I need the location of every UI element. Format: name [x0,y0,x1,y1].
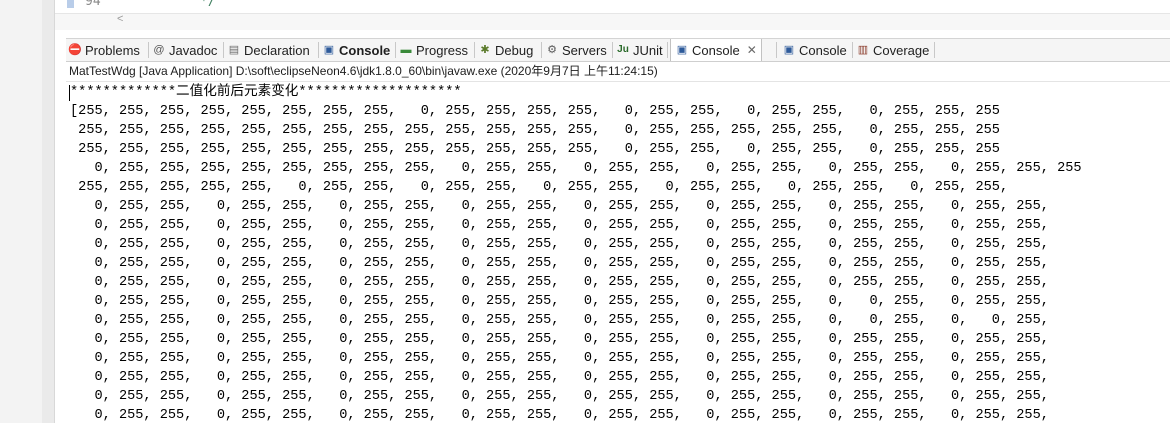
console-line: 0, 255, 255, 0, 255, 255, 0, 255, 255, 0… [94,389,1049,404]
tab-junit[interactable]: Ju JUnit [616,39,663,61]
junit-icon: Ju [617,44,629,55]
tab-label: Console [799,42,847,58]
view-edge-strip [42,0,55,423]
line-number: 94 [85,0,101,9]
progress-icon: ▬ [400,44,412,56]
coverage-icon: ▥ [857,44,869,56]
tab-label: Problems [85,42,140,58]
console-line: 0, 255, 255, 0, 255, 255, 0, 255, 255, 0… [94,256,1049,271]
tab-label: Declaration [244,42,310,58]
console-icon: ▣ [323,44,335,56]
close-icon[interactable]: ✕ [747,43,757,57]
console-line: 255, 255, 255, 255, 255, 0, 255, 255, 0,… [78,180,1009,195]
console-output[interactable]: *************二值化前后元素变化******************… [66,81,1170,424]
console-line: 0, 255, 255, 0, 255, 255, 0, 255, 255, 0… [94,275,1049,290]
console-line: 0, 255, 255, 255, 255, 255, 255, 255, 25… [94,161,1082,176]
console-line: 0, 255, 255, 0, 255, 255, 0, 255, 255, 0… [94,313,1049,328]
console-header-line: *************二值化前后元素变化******************… [70,85,462,100]
tab-console-3[interactable]: ▣ Console [782,39,847,61]
view-tab-bar: ⛔ Problems @ Javadoc ▤ Declaration ▣ Con… [66,38,1170,62]
console-line: 255, 255, 255, 255, 255, 255, 255, 255, … [78,142,1000,157]
console-line: 0, 255, 255, 0, 255, 255, 0, 255, 255, 0… [94,408,1049,423]
tab-label: Debug [495,42,534,58]
javadoc-icon: @ [153,44,165,56]
tab-label: JUnit [633,42,663,58]
tab-progress[interactable]: ▬ Progress [399,39,469,61]
tab-coverage[interactable]: ▥ Coverage [856,39,930,61]
problems-icon: ⛔ [68,44,82,56]
tab-declaration[interactable]: ▤ Declaration [227,39,310,61]
tab-problems[interactable]: ⛔ Problems [68,39,140,61]
line-marker [67,0,74,8]
tab-label: Servers [562,42,607,58]
console-process-label: MatTestWdg [Java Application] D:\soft\ec… [66,62,1170,80]
console-line: 0, 255, 255, 0, 255, 255, 0, 255, 255, 0… [94,218,1049,233]
console-line: 0, 255, 255, 0, 255, 255, 0, 255, 255, 0… [94,237,1049,252]
console-line: 0, 255, 255, 0, 255, 255, 0, 255, 255, 0… [94,332,1049,347]
console-line: [255, 255, 255, 255, 255, 255, 255, 255,… [70,104,1000,119]
console-line: 0, 255, 255, 0, 255, 255, 0, 255, 255, 0… [94,199,1049,214]
console-line: 255, 255, 255, 255, 255, 255, 255, 255, … [78,123,1000,138]
tab-label: Console [339,42,391,58]
tab-label: Coverage [873,42,930,58]
console-line: 0, 255, 255, 0, 255, 255, 0, 255, 255, 0… [94,351,1049,366]
tab-label: Javadoc [169,42,218,58]
tab-console-1[interactable]: ▣ Console [322,39,391,61]
console-icon: ▣ [783,44,795,56]
tab-label: Console [692,42,740,58]
tab-javadoc[interactable]: @ Javadoc [152,39,217,61]
debug-icon: ✱ [480,44,490,56]
console-text: *************二值化前后元素变化******************… [70,83,1082,424]
tab-servers[interactable]: ⚙ Servers [545,39,607,61]
left-gutter [0,0,43,423]
declaration-icon: ▤ [228,44,240,56]
editor-horizontal-scrollbar[interactable]: < [55,13,1170,30]
code-comment-line: */ [200,0,216,9]
tab-debug[interactable]: ✱ Debug [478,39,533,61]
console-line: 0, 255, 255, 0, 255, 255, 0, 255, 255, 0… [94,294,1049,309]
servers-icon: ⚙ [547,44,557,56]
console-line: 0, 255, 255, 0, 255, 255, 0, 255, 255, 0… [94,370,1049,385]
console-icon: ▣ [676,44,688,56]
tab-console-active[interactable]: ▣ Console ✕ [670,39,762,61]
tab-label: Progress [416,42,469,58]
scroll-left-arrow-icon[interactable]: < [117,13,123,25]
